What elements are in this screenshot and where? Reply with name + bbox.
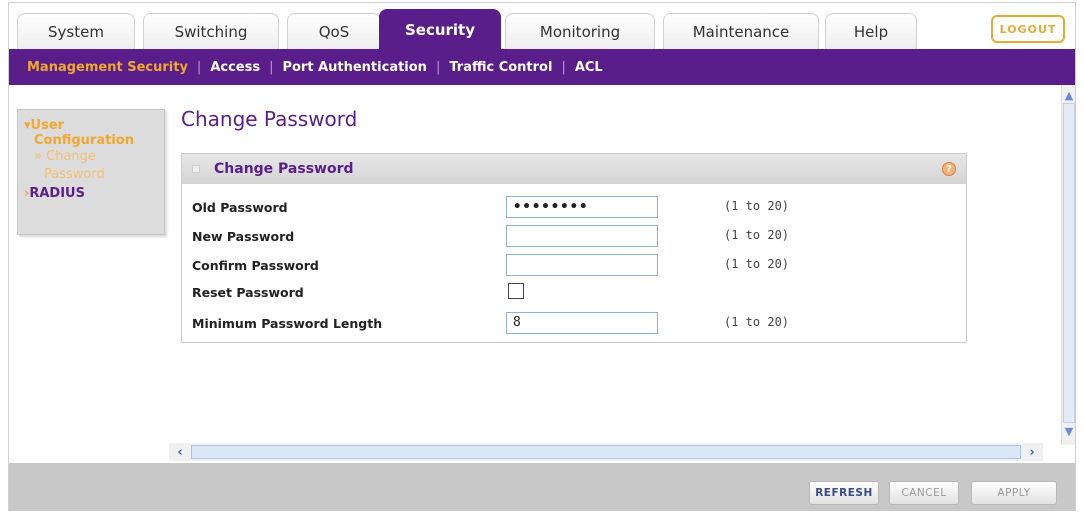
sidebar-item-label: RADIUS (29, 186, 85, 201)
vertical-scroll-thumb[interactable] (1063, 103, 1075, 423)
arrow-down-icon[interactable]: ▼ (1062, 423, 1076, 439)
min-password-length-field[interactable]: 8 (506, 312, 658, 334)
sidebar-item-label: User (30, 118, 65, 133)
apply-button[interactable]: APPLY (971, 481, 1057, 505)
form-row-old-password: Old Password •••••••• (1 to 20) (182, 194, 966, 222)
confirm-password-field[interactable] (506, 254, 658, 276)
main-tabs: System Switching QoS Security Monitoring… (9, 9, 1075, 49)
panel-title: Change Password (214, 161, 354, 177)
min-password-length-label: Minimum Password Length (192, 316, 383, 331)
subnav-access[interactable]: Access (210, 60, 260, 75)
reset-password-label: Reset Password (192, 285, 304, 300)
subnav-traffic-control[interactable]: Traffic Control (449, 60, 552, 75)
panel-header: Change Password ? (182, 154, 966, 184)
subnav-separator: | (196, 59, 202, 75)
sidebar-item-label: » Change (34, 149, 96, 164)
sidebar: ▾User Configuration » Change Password ›R… (17, 109, 165, 235)
sub-navigation: Management Security | Access | Port Auth… (9, 49, 1075, 85)
content-area: ▾User Configuration » Change Password ›R… (9, 85, 1075, 463)
old-password-field[interactable]: •••••••• (506, 196, 658, 218)
old-password-label: Old Password (192, 200, 288, 215)
subnav-separator: | (269, 59, 274, 75)
change-password-panel: Change Password ? Old Password •••••••• … (181, 153, 967, 343)
min-password-length-range: (1 to 20) (724, 315, 790, 329)
logout-button[interactable]: LOGOUT (991, 15, 1065, 43)
subnav-management-security[interactable]: Management Security (27, 60, 188, 75)
form-row-reset-password: Reset Password (182, 279, 966, 307)
horizontal-scroll-thumb[interactable] (191, 445, 1021, 459)
subnav-separator: | (435, 59, 441, 75)
confirm-password-range: (1 to 20) (724, 257, 790, 271)
horizontal-scrollbar[interactable]: ‹ › (169, 443, 1043, 461)
tab-security[interactable]: Security (379, 9, 501, 49)
sidebar-item-label: Password (44, 167, 105, 182)
old-password-range: (1 to 20) (724, 199, 790, 213)
tab-maintenance[interactable]: Maintenance (663, 13, 819, 49)
cancel-button[interactable]: CANCEL (889, 481, 959, 505)
subnav-separator: | (561, 59, 566, 75)
refresh-button[interactable]: REFRESH (809, 481, 879, 505)
sidebar-item-radius[interactable]: ›RADIUS (24, 186, 158, 201)
subnav-port-authentication[interactable]: Port Authentication (282, 60, 426, 75)
footer-bar: REFRESH CANCEL APPLY (9, 463, 1075, 511)
arrow-right-icon[interactable]: › (1023, 443, 1041, 461)
arrow-left-icon[interactable]: ‹ (171, 443, 189, 461)
reset-password-checkbox[interactable] (508, 283, 524, 299)
tab-system[interactable]: System (17, 13, 135, 49)
help-icon[interactable]: ? (942, 162, 956, 176)
form-row-new-password: New Password (1 to 20) (182, 223, 966, 251)
new-password-range: (1 to 20) (724, 228, 790, 242)
tab-help[interactable]: Help (825, 13, 917, 49)
confirm-password-label: Confirm Password (192, 258, 319, 273)
new-password-label: New Password (192, 229, 295, 244)
form-row-confirm-password: Confirm Password (1 to 20) (182, 252, 966, 280)
sidebar-item-configuration[interactable]: Configuration (24, 133, 158, 148)
page-title: Change Password (181, 107, 358, 131)
arrow-up-icon[interactable]: ▲ (1062, 87, 1076, 103)
collapse-icon[interactable] (192, 165, 200, 173)
vertical-scrollbar[interactable]: ▲ ▼ (1061, 85, 1075, 445)
tab-monitoring[interactable]: Monitoring (505, 13, 655, 49)
sidebar-item-change-password[interactable]: » Change Password (24, 148, 158, 184)
sidebar-item-user[interactable]: ▾User (24, 118, 158, 133)
tab-switching[interactable]: Switching (143, 13, 279, 49)
subnav-acl[interactable]: ACL (575, 60, 603, 75)
new-password-field[interactable] (506, 225, 658, 247)
form-row-min-password-length: Minimum Password Length 8 (1 to 20) (182, 310, 966, 338)
app-window: System Switching QoS Security Monitoring… (8, 2, 1076, 511)
tab-qos[interactable]: QoS (287, 13, 381, 49)
